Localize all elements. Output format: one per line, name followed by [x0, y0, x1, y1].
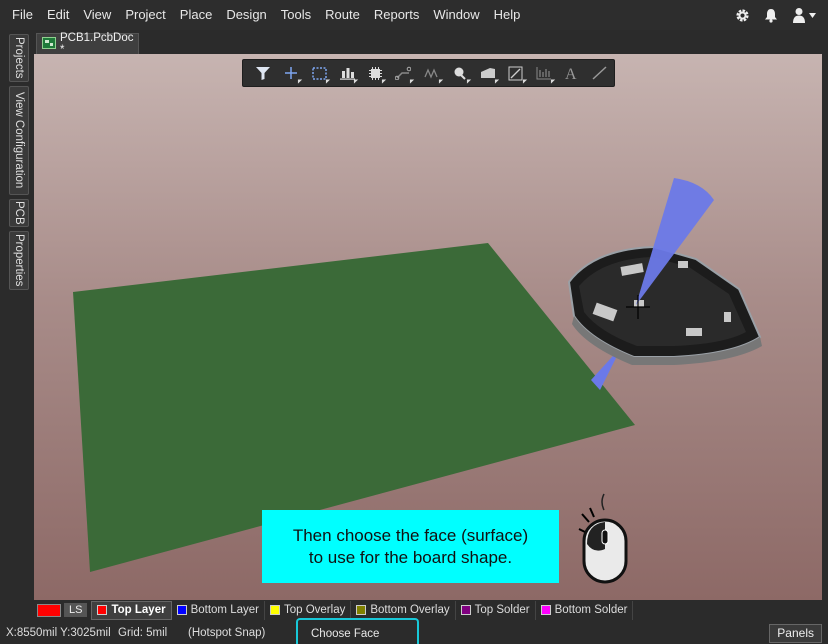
panel-tab-pcb[interactable]: PCB: [9, 199, 29, 227]
select-rect-icon[interactable]: [305, 60, 333, 86]
panel-tab-label: Properties: [13, 234, 25, 287]
layer-set-selector[interactable]: LS: [34, 601, 91, 619]
layer-tab-label: Bottom Layer: [190, 604, 259, 616]
instruction-callout: Then choose the face (surface) to use fo…: [262, 510, 559, 583]
side-panel-strip: Projects View Configuration PCB Properti…: [0, 30, 34, 644]
active-bar-toolbar: A: [242, 59, 615, 87]
menu-right-icons: [735, 0, 816, 30]
layer-color-swatch: [269, 605, 280, 615]
menu-tools[interactable]: Tools: [274, 0, 318, 30]
panel-tab-label: Projects: [13, 37, 25, 79]
panel-tab-properties[interactable]: Properties: [9, 231, 29, 290]
cursor-coordinates: X:8550mil Y:3025mil: [6, 627, 111, 639]
menu-window[interactable]: Window: [426, 0, 486, 30]
panel-tab-label: PCB: [13, 201, 25, 225]
menu-bar: File Edit View Project Place Design Tool…: [0, 0, 828, 30]
callout-line-2: to use for the board shape.: [308, 547, 513, 567]
document-tab-label: PCB1.PcbDoc *: [60, 32, 134, 56]
layer-tab-label: Top Solder: [474, 604, 530, 616]
align-icon[interactable]: [333, 60, 361, 86]
menu-help[interactable]: Help: [487, 0, 528, 30]
layer-color-swatch: [97, 605, 108, 615]
component-icon[interactable]: [361, 60, 389, 86]
document-tab[interactable]: PCB1.PcbDoc *: [36, 32, 139, 56]
panels-button[interactable]: Panels: [769, 624, 822, 643]
layer-tab-label: Top Layer: [111, 604, 166, 616]
mouse-click-icon: [578, 493, 628, 584]
panel-tab-view-configuration[interactable]: View Configuration: [9, 86, 29, 195]
layer-tab-top-layer[interactable]: Top Layer: [91, 600, 172, 620]
add-icon[interactable]: [277, 60, 305, 86]
chart-icon[interactable]: [530, 60, 558, 86]
text-icon[interactable]: A: [558, 60, 586, 86]
callout-line-1: Then choose the face (surface): [292, 525, 529, 545]
route-icon[interactable]: [389, 60, 417, 86]
layer-tab-label: Bottom Solder: [554, 604, 628, 616]
layer-tab-label: Top Overlay: [283, 604, 346, 616]
current-mode-indicator: Choose Face: [296, 618, 419, 644]
menu-place[interactable]: Place: [173, 0, 220, 30]
polygon-icon[interactable]: [474, 60, 502, 86]
layer-tab-bottom-overlay[interactable]: Bottom Overlay: [351, 600, 456, 620]
layer-tab-label: Bottom Overlay: [370, 604, 450, 616]
layer-tab-bottom-solder[interactable]: Bottom Solder: [536, 600, 634, 620]
layer-tab-top-overlay[interactable]: Top Overlay: [265, 600, 352, 620]
interactive-route-icon[interactable]: [417, 60, 445, 86]
layer-set-label: LS: [64, 603, 88, 617]
panel-tab-projects[interactable]: Projects: [9, 34, 29, 82]
layer-color-swatch: [176, 605, 187, 615]
snap-mode: (Hotspot Snap): [188, 627, 266, 639]
menu-design[interactable]: Design: [219, 0, 273, 30]
menu-view[interactable]: View: [76, 0, 118, 30]
layer-color-swatch: [540, 605, 551, 615]
layer-tab-bottom-layer[interactable]: Bottom Layer: [172, 600, 265, 620]
layer-tabs-bar: LS Top Layer Bottom Layer Top Overlay Bo…: [34, 600, 828, 620]
user-icon[interactable]: [792, 7, 816, 23]
current-layer-swatch: [37, 603, 61, 617]
filter-icon[interactable]: [249, 60, 277, 86]
line-icon[interactable]: [586, 60, 614, 86]
mode-label: Choose Face: [311, 628, 380, 640]
bell-icon[interactable]: [764, 8, 778, 23]
layer-tab-top-solder[interactable]: Top Solder: [456, 600, 536, 620]
svg-text:A: A: [565, 66, 577, 81]
dimension-icon[interactable]: [502, 60, 530, 86]
via-icon[interactable]: [446, 60, 474, 86]
pcb-doc-icon: [42, 36, 56, 52]
layer-color-swatch: [356, 605, 367, 615]
panel-tab-label: View Configuration: [13, 92, 25, 189]
menu-file[interactable]: File: [0, 0, 40, 30]
menu-edit[interactable]: Edit: [40, 0, 76, 30]
menu-reports[interactable]: Reports: [367, 0, 427, 30]
grid-size: Grid: 5mil: [118, 627, 168, 639]
menu-project[interactable]: Project: [118, 0, 172, 30]
pcb-3d-viewport[interactable]: A Then choose the face (surface) to use …: [34, 54, 822, 600]
gear-icon[interactable]: [735, 8, 750, 23]
menu-route[interactable]: Route: [318, 0, 367, 30]
document-tab-strip: PCB1.PcbDoc *: [34, 30, 828, 56]
layer-color-swatch: [460, 605, 471, 615]
